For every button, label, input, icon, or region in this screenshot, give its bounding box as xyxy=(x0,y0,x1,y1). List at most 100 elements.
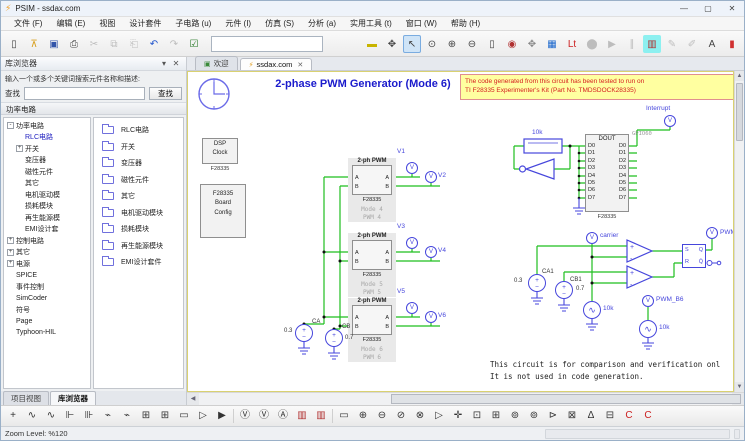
folder-item[interactable]: 其它 xyxy=(94,188,183,205)
source-cb[interactable]: +− xyxy=(325,329,343,347)
simulation-control-icon[interactable]: ☑ xyxy=(185,35,203,53)
cut-icon[interactable]: ✂ xyxy=(85,35,103,53)
tree-item[interactable]: 其它 xyxy=(4,178,90,190)
simview-icon[interactable]: ▦ xyxy=(543,35,561,53)
diode-icon[interactable]: ▷ xyxy=(195,408,211,424)
source-ca[interactable]: +− xyxy=(295,324,313,342)
board-config-block[interactable]: F28335 Board Config xyxy=(200,184,246,238)
tree-expander-icon[interactable]: - xyxy=(7,122,14,129)
tree-item[interactable]: RLC电路 xyxy=(4,132,90,144)
panel-close-icon[interactable]: ✕ xyxy=(170,59,182,68)
paste-icon[interactable]: ⎗ xyxy=(125,35,143,53)
dc-source-icon[interactable]: ⊕ xyxy=(355,408,371,424)
label-block-icon[interactable]: Δ xyxy=(583,408,599,424)
tree-item[interactable]: SPICE xyxy=(4,270,90,282)
carrier-wave-source[interactable]: ∿ xyxy=(583,301,601,319)
vertical-scrollbar[interactable]: ▲ ▼ xyxy=(734,71,744,392)
zoom-tool-icon[interactable]: ⊙ xyxy=(423,35,441,53)
folder-item[interactable]: 磁性元件 xyxy=(94,172,183,189)
capacitor-icon[interactable]: ⊩ xyxy=(62,408,78,424)
tree-expander-icon[interactable]: + xyxy=(7,237,14,244)
tree-item[interactable]: +电源 xyxy=(4,258,90,270)
menu-item[interactable]: 分析 (a) xyxy=(301,17,343,31)
thyristor-icon[interactable]: ▶ xyxy=(214,408,230,424)
pause-simulation-icon[interactable]: ∥ xyxy=(623,35,641,53)
pwm-probe[interactable]: V xyxy=(706,227,718,239)
pan-page-icon[interactable]: ✥ xyxy=(523,35,541,53)
maximize-button[interactable]: ▢ xyxy=(696,2,720,15)
sidebar-tab-0[interactable]: 项目视图 xyxy=(3,391,49,405)
pwm-b6-probe[interactable]: V xyxy=(642,295,654,307)
panel-collapse-icon[interactable]: ▾ xyxy=(158,59,170,68)
current-sensor-icon[interactable]: ⊚ xyxy=(526,408,542,424)
probe-v5[interactable]: V xyxy=(406,302,418,314)
pwm-unit-3[interactable]: 2-ph PWMAABBF28335Mode 6PWM 6 xyxy=(348,298,396,362)
fit-to-page-icon[interactable]: ▯ xyxy=(483,35,501,53)
tree-expander-icon[interactable]: + xyxy=(7,249,14,256)
close-button[interactable]: ✕ xyxy=(720,2,744,15)
horizontal-scrollbar[interactable]: ◀ ▶ xyxy=(187,392,744,405)
tree-item[interactable]: Typhoon-HIL xyxy=(4,327,90,339)
menu-item[interactable]: 实用工具 (t) xyxy=(343,17,399,31)
pwm-unit-2[interactable]: 2-ph PWMAABBF28335Mode 5PWM 5 xyxy=(348,233,396,297)
vertical-scroll-thumb[interactable] xyxy=(736,83,743,141)
probe-v6[interactable]: V xyxy=(425,311,437,323)
tree-item[interactable]: 符号 xyxy=(4,304,90,316)
text-tool-icon[interactable]: A xyxy=(703,35,721,53)
wire-tool-icon[interactable]: + xyxy=(5,408,21,424)
voltmeter-icon[interactable]: Ⓥ xyxy=(256,408,272,424)
resistor-icon[interactable]: ∿ xyxy=(24,408,40,424)
rheostat-icon[interactable]: ∿ xyxy=(43,408,59,424)
tree-item[interactable]: 变压器 xyxy=(4,155,90,167)
c-script-block-icon[interactable]: C xyxy=(621,408,637,424)
tree-item[interactable]: 再生能源模 xyxy=(4,212,90,224)
probe-v4[interactable]: V xyxy=(425,246,437,258)
opamp-icon[interactable]: ▷ xyxy=(431,408,447,424)
comparator-icon[interactable]: ⊳ xyxy=(545,408,561,424)
undo-icon[interactable]: ↶ xyxy=(145,35,163,53)
tree-item[interactable]: 磁性元件 xyxy=(4,166,90,178)
tree-item[interactable]: EMI设计套 xyxy=(4,224,90,236)
menu-item[interactable]: 仿真 (S) xyxy=(258,17,301,31)
pan-tool-icon[interactable]: ✥ xyxy=(383,35,401,53)
c-block-icon[interactable]: C xyxy=(640,408,656,424)
folder-item[interactable]: 损耗模块 xyxy=(94,221,183,238)
inductor-icon[interactable]: ⌁ xyxy=(100,408,116,424)
menu-item[interactable]: 子电路 (u) xyxy=(168,17,218,31)
dout-block[interactable]: DOUT D0D0D1D1D2D2D3D3D4D4D5D5D6D6D7D7 xyxy=(585,134,629,212)
folder-item[interactable]: 开关 xyxy=(94,139,183,156)
tree-item[interactable]: +控制电路 xyxy=(4,235,90,247)
transformer-3w-icon[interactable]: ⊞ xyxy=(157,408,173,424)
save-file-icon[interactable]: ▣ xyxy=(45,35,63,53)
tree-item[interactable]: +开关 xyxy=(4,143,90,155)
menu-item[interactable]: 帮助 (H) xyxy=(444,17,487,31)
select-tool-icon[interactable]: ↖ xyxy=(403,35,421,53)
tree-item[interactable]: +其它 xyxy=(4,247,90,259)
scroll-down-arrow[interactable]: ▼ xyxy=(735,382,744,392)
triangle-source-icon[interactable]: ⊗ xyxy=(412,408,428,424)
voltage-probe-icon[interactable]: Ⓥ xyxy=(237,408,253,424)
node-probe-icon[interactable]: ✛ xyxy=(450,408,466,424)
menu-item[interactable]: 元件 (I) xyxy=(218,17,258,31)
new-file-icon[interactable]: ▯ xyxy=(5,35,23,53)
tree-item[interactable]: Page xyxy=(4,316,90,328)
rlc-branch-icon[interactable]: ▭ xyxy=(336,408,352,424)
run-simulation-icon[interactable]: ▶ xyxy=(603,35,621,53)
zoom-in-icon[interactable]: ⊕ xyxy=(443,35,461,53)
source-ca1[interactable]: +− xyxy=(528,274,546,292)
search-button[interactable]: 查找 xyxy=(149,87,182,100)
tree-item[interactable]: SimCoder xyxy=(4,293,90,305)
scope-view-icon[interactable]: ▥ xyxy=(643,35,661,53)
voltage-sensor-icon[interactable]: ⊚ xyxy=(507,408,523,424)
horizontal-scroll-thumb[interactable] xyxy=(391,394,741,404)
sidebar-tab-1[interactable]: 库浏览器 xyxy=(50,391,96,405)
tab-close-icon[interactable]: ✕ xyxy=(297,61,303,69)
print-icon[interactable]: ⎙ xyxy=(65,35,83,53)
tree-item[interactable]: 损耗模块 xyxy=(4,201,90,213)
scope-2ch-icon[interactable]: ▥ xyxy=(313,408,329,424)
document-tab-1[interactable]: ⚡ssdax.com✕ xyxy=(240,58,313,70)
square-source-icon[interactable]: ⊘ xyxy=(393,408,409,424)
sine-source-icon[interactable]: ⊖ xyxy=(374,408,390,424)
minimize-button[interactable]: — xyxy=(672,2,696,15)
clip-tool-icon[interactable]: ▮ xyxy=(723,35,741,53)
